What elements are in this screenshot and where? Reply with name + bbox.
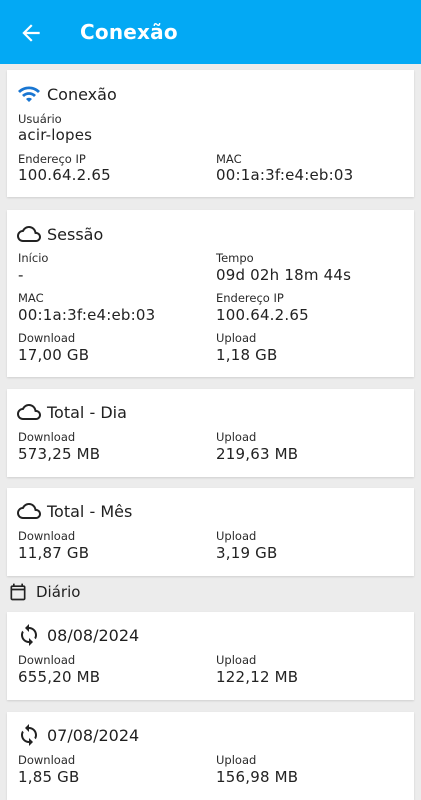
daily-upload-label: Upload: [216, 653, 257, 667]
time-label: Tempo: [216, 251, 254, 265]
total-month-card: Total - Mês Download 11,87 GB Upload 3,1…: [7, 488, 414, 576]
user-value: acir-lopes: [18, 126, 93, 144]
daily-card-date: 07/08/2024: [47, 725, 140, 745]
month-download-label: Download: [18, 529, 76, 543]
daily-card: 07/08/2024 Download 1,85 GB Upload 156,9…: [7, 712, 414, 800]
time-value: 09d 02h 18m 44s: [216, 266, 352, 284]
daily-download-value: 655,20 MB: [18, 668, 101, 686]
cloud-icon: [17, 503, 41, 519]
sync-icon: [21, 724, 37, 746]
session-download-value: 17,00 GB: [18, 346, 90, 364]
daily-download-label: Download: [18, 753, 76, 767]
ip-value: 100.64.2.65: [18, 166, 111, 184]
session-mac-value: 00:1a:3f:e4:eb:03: [18, 306, 156, 324]
daily-card-header: 07/08/2024: [17, 723, 139, 747]
session-card-title: Sessão: [47, 224, 104, 244]
daily-upload-label: Upload: [216, 753, 257, 767]
daily-card: 08/08/2024 Download 655,20 MB Upload 122…: [7, 612, 414, 700]
daily-section-title: Diário: [36, 583, 81, 601]
calendar-icon: [10, 583, 26, 601]
connection-card: Conexão Usuário acir-lopes Endereço IP 1…: [7, 70, 414, 197]
wifi-icon: [18, 86, 40, 102]
daily-card-header: 08/08/2024: [17, 623, 139, 647]
start-value: -: [18, 266, 24, 284]
daily-download-value: 1,85 GB: [18, 768, 80, 786]
connection-card-header: Conexão: [17, 82, 117, 106]
total-day-card: Total - Dia Download 573,25 MB Upload 21…: [7, 389, 414, 477]
daily-upload-value: 156,98 MB: [216, 768, 299, 786]
daily-section-header: Diário: [8, 582, 80, 602]
session-card: Sessão Início - Tempo 09d 02h 18m 44s MA…: [7, 210, 414, 377]
day-download-label: Download: [18, 430, 76, 444]
sync-icon: [21, 624, 37, 646]
total-day-card-title: Total - Dia: [47, 402, 127, 422]
day-upload-label: Upload: [216, 430, 257, 444]
session-card-header: Sessão: [17, 222, 103, 246]
session-ip-value: 100.64.2.65: [216, 306, 309, 324]
mac-label: MAC: [216, 152, 242, 166]
user-label: Usuário: [18, 112, 62, 126]
cloud-icon: [17, 404, 41, 420]
day-download-value: 573,25 MB: [18, 445, 101, 463]
cloud-icon: [17, 226, 41, 242]
ip-label: Endereço IP: [18, 152, 86, 166]
back-arrow-icon[interactable]: [18, 20, 44, 46]
app-bar: Conexão: [0, 0, 421, 64]
month-upload-value: 3,19 GB: [216, 544, 278, 562]
session-upload-value: 1,18 GB: [216, 346, 278, 364]
mac-value: 00:1a:3f:e4:eb:03: [216, 166, 354, 184]
total-day-card-header: Total - Dia: [17, 400, 127, 424]
session-upload-label: Upload: [216, 331, 257, 345]
month-download-value: 11,87 GB: [18, 544, 90, 562]
start-label: Início: [18, 251, 49, 265]
session-mac-label: MAC: [18, 291, 44, 305]
month-upload-label: Upload: [216, 529, 257, 543]
total-month-card-header: Total - Mês: [17, 499, 132, 523]
total-month-card-title: Total - Mês: [47, 501, 133, 521]
page-title: Conexão: [80, 20, 178, 44]
session-ip-label: Endereço IP: [216, 291, 284, 305]
session-download-label: Download: [18, 331, 76, 345]
connection-card-title: Conexão: [47, 84, 117, 104]
daily-upload-value: 122,12 MB: [216, 668, 299, 686]
day-upload-value: 219,63 MB: [216, 445, 299, 463]
daily-download-label: Download: [18, 653, 76, 667]
daily-card-date: 08/08/2024: [47, 625, 140, 645]
